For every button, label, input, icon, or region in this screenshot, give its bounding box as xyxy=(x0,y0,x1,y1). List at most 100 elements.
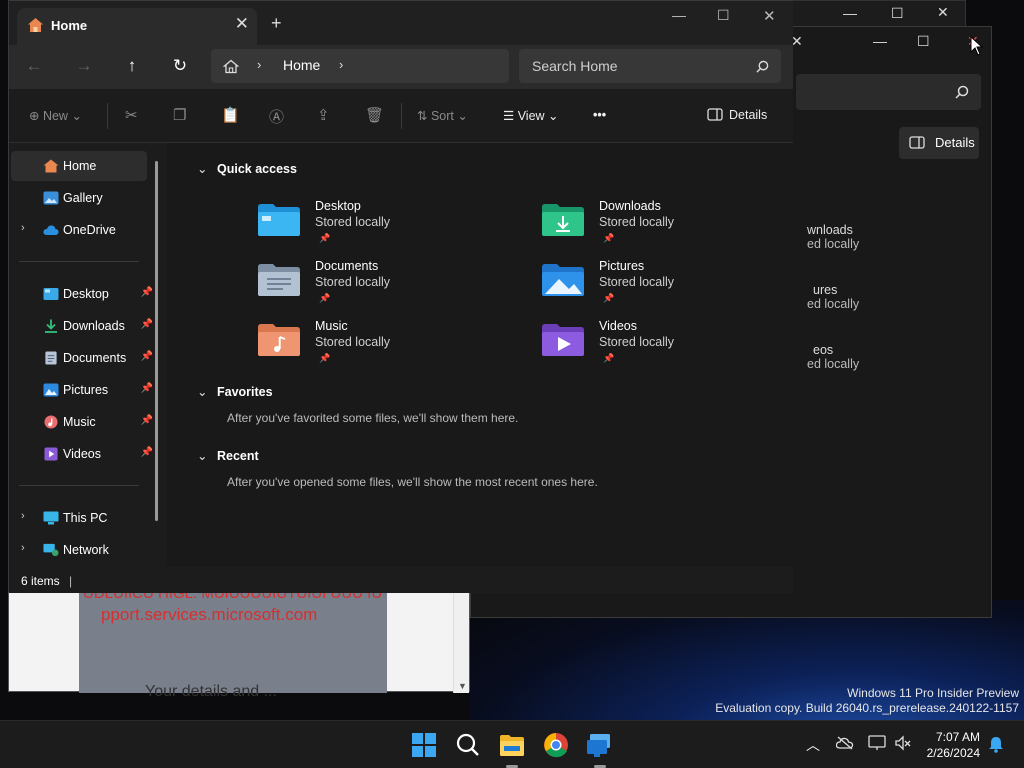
pin-icon[interactable]: 📌 xyxy=(319,293,330,304)
sidebar-item-music[interactable]: Music 📌 xyxy=(11,407,153,437)
scroll-down-arrow-icon[interactable]: ▼ xyxy=(458,681,467,691)
new-button[interactable]: ⊕ New ⌄ xyxy=(29,108,82,123)
search-input[interactable]: Search Home xyxy=(519,49,781,83)
pin-icon[interactable]: 📌 xyxy=(319,353,330,364)
file-explorer-taskbar-icon[interactable] xyxy=(496,729,528,761)
sidebar-item-this-pc[interactable]: › This PC xyxy=(11,503,147,533)
file-explorer-window[interactable]: Home ✕ + — ☐ ✕ ← → ↑ ↻ › Home › Search H… xyxy=(8,0,793,593)
new-tab-icon[interactable]: + xyxy=(271,13,282,34)
search-icon[interactable] xyxy=(452,729,484,761)
list-item[interactable]: wnloads ed locally xyxy=(807,223,859,251)
browser-dark-text: Your details and ... xyxy=(145,683,277,700)
sidebar-item-network[interactable]: › Network xyxy=(11,535,147,565)
quick-access-item-downloads[interactable]: Downloads Stored locally 📌 xyxy=(541,197,791,253)
breadcrumb-chevron-icon[interactable]: › xyxy=(339,57,343,72)
mouse-cursor-icon xyxy=(970,36,984,56)
command-bar: ⊕ New ⌄ ✂ ❐ 📋 Ⓐ ⇪ 🗑 ⇅ Sort ⌄ ☰ View ⌄ ••… xyxy=(9,89,793,143)
address-bar[interactable]: › Home › xyxy=(211,49,509,83)
pin-icon[interactable]: 📌 xyxy=(141,351,153,362)
sort-button[interactable]: ⇅ Sort ⌄ xyxy=(417,108,468,123)
minimize-icon[interactable]: — xyxy=(873,33,887,49)
sidebar-item-desktop[interactable]: Desktop 📌 xyxy=(11,279,153,309)
sidebar-scrollbar[interactable] xyxy=(155,161,158,521)
background-browser-window[interactable]: UDLUIICU HIGL. MUIUUUUIUTUIUI UUU IU ppo… xyxy=(8,585,470,700)
clock[interactable]: 7:07 AM 2/26/2024 xyxy=(927,729,980,761)
music-folder-icon xyxy=(258,324,300,356)
expand-chevron-icon[interactable]: › xyxy=(21,510,25,522)
close-icon[interactable]: ✕ xyxy=(763,7,776,25)
minimize-icon[interactable]: — xyxy=(672,7,686,23)
quick-access-item-documents[interactable]: Documents Stored locally 📌 xyxy=(257,257,507,313)
quick-access-header[interactable]: ⌄ Quick access xyxy=(197,161,297,176)
up-arrow-icon[interactable]: ↑ xyxy=(121,56,143,78)
collapse-chevron-icon[interactable]: ⌄ xyxy=(197,384,217,399)
expand-chevron-icon[interactable]: › xyxy=(21,222,25,234)
pin-icon[interactable]: 📌 xyxy=(141,447,153,458)
pin-icon[interactable]: 📌 xyxy=(319,233,330,244)
sidebar-item-downloads[interactable]: Downloads 📌 xyxy=(11,311,153,341)
network-status-icon[interactable] xyxy=(868,735,886,751)
breadcrumb-home[interactable]: Home xyxy=(283,57,320,73)
paste-icon[interactable]: 📋 xyxy=(221,106,240,124)
share-icon[interactable]: ⇪ xyxy=(317,106,330,124)
sidebar-item-videos[interactable]: Videos 📌 xyxy=(11,439,153,469)
browser-scrollbar[interactable]: ▼ xyxy=(453,591,469,693)
pin-icon[interactable]: 📌 xyxy=(603,233,614,244)
recent-header[interactable]: ⌄ Recent xyxy=(197,448,259,463)
download-arrow-icon xyxy=(45,319,57,333)
sidebar-item-documents[interactable]: Documents 📌 xyxy=(11,343,153,373)
expand-chevron-icon[interactable]: › xyxy=(21,542,25,554)
search-input[interactable] xyxy=(796,74,981,110)
pin-icon[interactable]: 📌 xyxy=(141,319,153,330)
close-tab-icon[interactable]: ✕ xyxy=(235,14,249,34)
quick-access-item-pictures[interactable]: Pictures Stored locally 📌 xyxy=(541,257,791,313)
breadcrumb-chevron-icon[interactable]: › xyxy=(257,57,261,72)
collapse-chevron-icon[interactable]: ⌄ xyxy=(197,161,217,176)
sidebar-label: Home xyxy=(63,159,97,173)
delete-icon[interactable]: 🗑 xyxy=(365,106,384,124)
sidebar-item-gallery[interactable]: Gallery xyxy=(11,183,147,213)
refresh-icon[interactable]: ↻ xyxy=(169,56,191,78)
quick-access-item-music[interactable]: Music Stored locally 📌 xyxy=(257,317,507,373)
forward-arrow-icon[interactable]: → xyxy=(73,56,95,78)
pin-icon[interactable]: 📌 xyxy=(141,287,153,298)
pin-icon[interactable]: 📌 xyxy=(603,353,614,364)
volume-muted-icon[interactable] xyxy=(894,735,912,751)
maximize-icon[interactable]: ☐ xyxy=(891,5,904,22)
sort-label: Sort xyxy=(430,109,454,123)
close-icon[interactable]: ✕ xyxy=(937,4,949,21)
quick-access-item-desktop[interactable]: Desktop Stored locally 📌 xyxy=(257,197,507,253)
browser-red-text-2: pport.services.microsoft.com xyxy=(101,605,318,624)
start-button-windows-icon[interactable] xyxy=(408,729,440,761)
quick-access-item-videos[interactable]: Videos Stored locally 📌 xyxy=(541,317,791,373)
details-button[interactable]: Details xyxy=(707,108,767,122)
copy-icon[interactable]: ❐ xyxy=(173,106,186,124)
details-button[interactable]: Details xyxy=(899,127,979,159)
tab-home[interactable]: Home ✕ xyxy=(17,8,257,45)
more-options-icon[interactable]: ••• xyxy=(593,108,606,122)
pin-icon[interactable]: 📌 xyxy=(141,383,153,394)
list-item[interactable]: ures ed locally xyxy=(807,283,859,311)
collapse-chevron-icon[interactable]: ⌄ xyxy=(197,448,217,463)
show-hidden-icons-chevron-icon[interactable]: ︿ xyxy=(806,735,820,755)
view-button[interactable]: ☰ View ⌄ xyxy=(503,108,559,123)
notification-bell-icon[interactable] xyxy=(988,736,1004,753)
remote-desktop-icon[interactable] xyxy=(584,729,616,761)
back-arrow-icon[interactable]: ← xyxy=(23,56,45,78)
maximize-icon[interactable]: ☐ xyxy=(717,7,730,24)
background-window-titlebar[interactable]: — ☐ ✕ xyxy=(790,0,966,28)
sidebar-item-pictures[interactable]: Pictures 📌 xyxy=(11,375,153,405)
minimize-icon[interactable]: — xyxy=(843,5,857,21)
sidebar-item-onedrive[interactable]: › OneDrive xyxy=(11,215,147,245)
chrome-icon[interactable] xyxy=(540,729,572,761)
pin-icon[interactable]: 📌 xyxy=(603,293,614,304)
list-item[interactable]: eos ed locally xyxy=(807,343,859,371)
favorites-header[interactable]: ⌄ Favorites xyxy=(197,384,273,399)
maximize-icon[interactable]: ☐ xyxy=(917,33,930,50)
cut-icon[interactable]: ✂ xyxy=(125,106,138,124)
sidebar-item-home[interactable]: Home xyxy=(11,151,147,181)
rename-icon[interactable]: Ⓐ xyxy=(269,106,284,127)
pin-icon[interactable]: 📌 xyxy=(141,415,153,426)
item-name: Desktop xyxy=(315,199,361,213)
onedrive-offline-icon[interactable] xyxy=(836,736,854,750)
